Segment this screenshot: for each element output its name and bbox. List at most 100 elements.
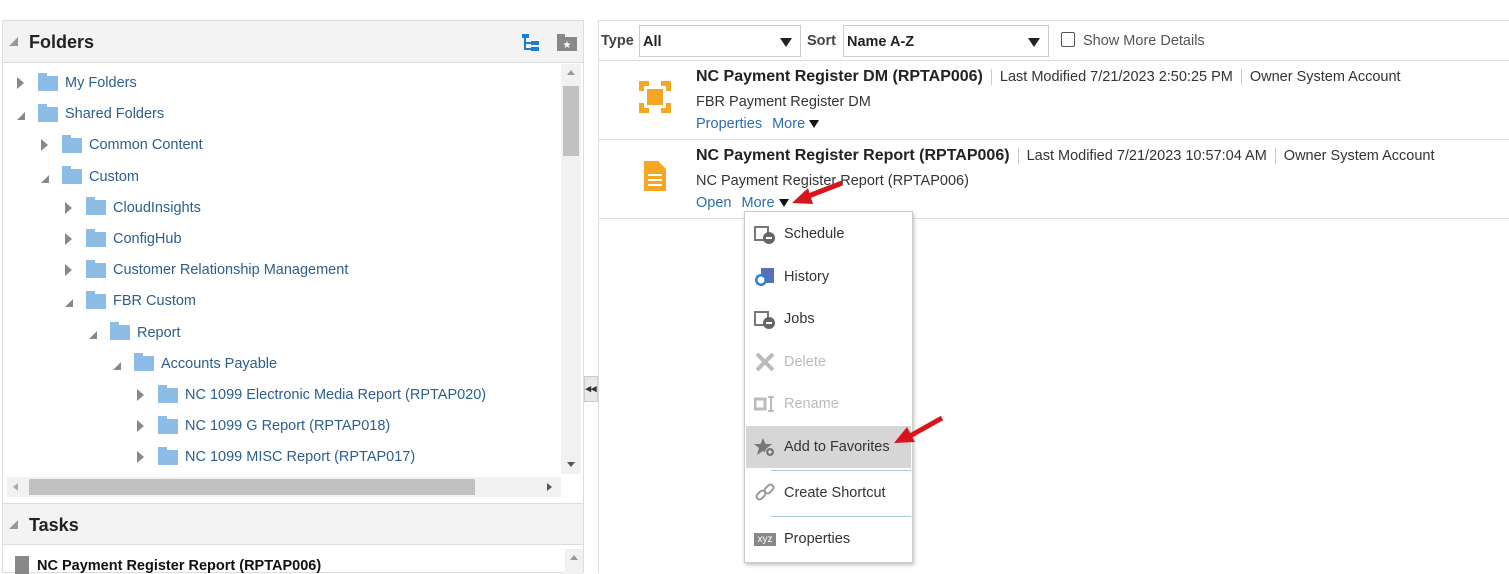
tree-node[interactable]: Common Content [41, 133, 203, 157]
item-modified: Last Modified 7/21/2023 2:50:25 PM [990, 69, 1233, 85]
catalog-toolbar: Type All Sort Name A-Z Show More Details [599, 21, 1509, 61]
show-more-details-label[interactable]: Show More Details [1083, 33, 1205, 49]
menu-separator [771, 470, 911, 471]
tree-node[interactable]: Customer Relationship Management [65, 258, 348, 282]
menu-item-history[interactable]: History [746, 256, 911, 298]
scroll-thumb[interactable] [29, 479, 475, 495]
item-owner: Owner System Account [1240, 69, 1401, 85]
add-favorite-icon [754, 438, 775, 457]
tree-node[interactable]: My Folders [17, 71, 137, 95]
menu-item-rename[interactable]: Rename [746, 383, 911, 425]
catalog-item: NC Payment Register DM (RPTAP006) Last Mo… [599, 61, 1509, 140]
expand-icon[interactable] [137, 420, 144, 433]
report-icon [644, 161, 666, 191]
more-label: More [741, 195, 775, 211]
show-more-details-checkbox[interactable] [1061, 32, 1075, 47]
report-icon [15, 556, 29, 574]
tree-node-label[interactable]: Report [137, 325, 181, 341]
tasks-title: Tasks [29, 515, 79, 535]
item-title[interactable]: NC Payment Register DM (RPTAP006) [696, 68, 983, 85]
tree-node[interactable]: Custom [41, 165, 139, 189]
menu-label: Schedule [784, 226, 845, 242]
tree-vertical-scrollbar[interactable] [561, 64, 581, 474]
caret-down-icon [809, 120, 820, 128]
type-select[interactable]: All [639, 25, 801, 57]
collapse-icon[interactable] [41, 174, 49, 183]
more-link[interactable]: More [772, 116, 820, 132]
tasks-scrollbar[interactable] [565, 549, 583, 574]
menu-item-delete[interactable]: Delete [746, 341, 911, 383]
red-arrow-annotation [894, 415, 944, 443]
tree-node-label[interactable]: CloudInsights [113, 200, 201, 216]
item-description: FBR Payment Register DM [696, 94, 871, 110]
tree-horizontal-scrollbar[interactable] [7, 477, 561, 497]
catalog-pane: Type All Sort Name A-Z Show More Details… [598, 20, 1509, 573]
collapse-pane-handle[interactable]: ◂◂ [584, 376, 598, 402]
tree-node[interactable]: FBR Custom [65, 289, 196, 313]
collapse-icon[interactable] [89, 330, 97, 339]
menu-item-create-shortcut[interactable]: Create Shortcut [746, 472, 911, 514]
folder-icon [134, 353, 154, 372]
tree-node-label[interactable]: Custom [89, 169, 139, 185]
collapse-icon[interactable] [65, 299, 73, 308]
jobs-icon [754, 311, 775, 329]
collapse-icon[interactable] [113, 361, 121, 370]
item-title[interactable]: NC Payment Register Report (RPTAP006) [696, 147, 1010, 164]
tree-node-label[interactable]: ConfigHub [113, 231, 182, 247]
open-link[interactable]: Open [696, 195, 731, 211]
tree-node[interactable]: NC 1099 G Report (RPTAP018) [137, 414, 390, 438]
schedule-icon [754, 226, 775, 244]
left-pane: Folders ★ My Folders Shared Folders Common… [2, 20, 584, 574]
tree-node[interactable]: Report [89, 321, 181, 345]
rename-icon [754, 396, 774, 412]
menu-item-add-to-favorites[interactable]: Add to Favorites [746, 426, 911, 468]
menu-item-schedule[interactable]: Schedule [746, 213, 911, 255]
tree-node[interactable]: Accounts Payable [113, 352, 277, 376]
tree-node[interactable]: NC 1099 Electronic Media Report (RPTAP02… [137, 383, 486, 407]
folder-icon [62, 134, 82, 153]
scroll-thumb[interactable] [563, 86, 579, 156]
tree-node-label[interactable]: NC 1099 MISC Report (RPTAP017) [185, 449, 415, 465]
tree-view-icon[interactable] [521, 33, 541, 53]
tree-node-label[interactable]: Common Content [89, 137, 203, 153]
folders-title: Folders [29, 32, 95, 52]
menu-label: Properties [784, 531, 851, 547]
expand-icon[interactable] [65, 201, 72, 214]
folder-icon [158, 446, 178, 465]
menu-label: Jobs [784, 311, 815, 327]
properties-link[interactable]: Properties [696, 116, 762, 132]
tree-node-label[interactable]: Customer Relationship Management [113, 262, 348, 278]
task-item-title: NC Payment Register Report (RPTAP006) [37, 558, 322, 574]
tree-node-label[interactable]: FBR Custom [113, 293, 196, 309]
tree-node-label[interactable]: Shared Folders [65, 106, 164, 122]
tree-node[interactable]: NC 1099 MISC Report (RPTAP017) [137, 445, 415, 469]
collapse-icon[interactable] [17, 112, 25, 121]
expand-icon[interactable] [65, 264, 72, 277]
favorite-folder-icon[interactable]: ★ [556, 33, 578, 53]
data-model-icon [639, 81, 671, 113]
folders-header: Folders ★ [3, 21, 583, 63]
collapse-icon[interactable] [9, 520, 18, 529]
tree-node-label[interactable]: Accounts Payable [161, 356, 277, 372]
sort-value: Name A-Z [847, 34, 915, 50]
expand-icon[interactable] [17, 77, 24, 89]
tree-node[interactable]: ConfigHub [65, 227, 182, 251]
properties-icon: xyz [754, 532, 776, 546]
expand-icon[interactable] [65, 233, 72, 245]
expand-icon[interactable] [137, 389, 144, 401]
folder-icon [110, 322, 130, 341]
expand-icon[interactable] [137, 451, 144, 464]
folder-icon [62, 166, 82, 185]
tree-node[interactable]: CloudInsights [65, 196, 201, 220]
sort-select[interactable]: Name A-Z [843, 25, 1049, 57]
tree-node-label[interactable]: NC 1099 Electronic Media Report (RPTAP02… [185, 387, 486, 403]
tree-node[interactable]: Shared Folders [17, 102, 164, 126]
menu-item-jobs[interactable]: Jobs [746, 298, 911, 340]
tree-node-label[interactable]: NC 1099 G Report (RPTAP018) [185, 418, 390, 434]
link-icon [755, 483, 775, 501]
collapse-icon[interactable] [9, 37, 18, 46]
menu-item-properties[interactable]: xyz Properties [746, 518, 911, 560]
expand-icon[interactable] [41, 139, 48, 152]
sort-label: Sort [807, 33, 836, 49]
tree-node-label[interactable]: My Folders [65, 75, 137, 91]
